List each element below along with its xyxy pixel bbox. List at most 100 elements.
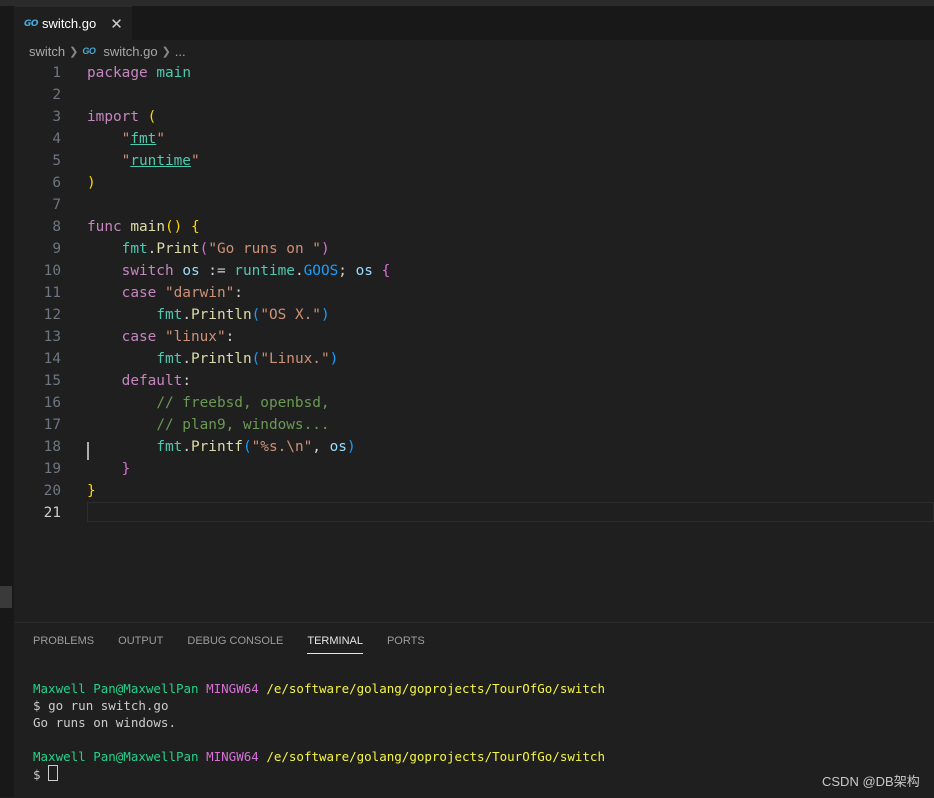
- line-number: 4: [52, 131, 61, 147]
- code-line[interactable]: 2: [14, 84, 934, 106]
- code-token: default: [121, 373, 183, 389]
- tab-output[interactable]: OUTPUT: [118, 635, 163, 654]
- code-line[interactable]: 9 fmt.Print("Go runs on "): [14, 238, 934, 260]
- go-file-icon: GO: [82, 46, 96, 56]
- code-token: ": [190, 153, 200, 169]
- code-token: (): [164, 219, 183, 235]
- code-token: {: [381, 263, 391, 279]
- code-token: runtime: [130, 153, 191, 169]
- code-line[interactable]: 15 default:: [14, 370, 934, 392]
- code-line[interactable]: 1 package main: [14, 62, 934, 84]
- code-token: }: [87, 483, 96, 499]
- code-line[interactable]: 4 "fmt": [14, 128, 934, 150]
- code-token: (: [251, 351, 261, 367]
- code-token: :: [225, 329, 235, 345]
- tab-ports[interactable]: PORTS: [387, 635, 425, 654]
- code-token: fmt: [156, 307, 183, 323]
- code-line[interactable]: 20}: [14, 480, 934, 502]
- code-token: case: [121, 285, 157, 301]
- terminal-shell: MINGW64: [206, 749, 259, 764]
- code-token: func: [87, 219, 122, 235]
- code-text: import (: [87, 106, 156, 128]
- code-text: func main() {: [87, 216, 200, 238]
- code-text: }: [87, 480, 96, 502]
- line-number: 13: [43, 329, 61, 345]
- code-token: (: [251, 307, 261, 323]
- code-token: main: [130, 219, 165, 235]
- line-number: 1: [52, 65, 61, 81]
- line-number: 21: [43, 505, 61, 521]
- code-line[interactable]: 13 case "linux":: [14, 326, 934, 348]
- line-number: 11: [43, 285, 61, 301]
- code-token: fmt: [121, 241, 148, 257]
- tab-problems[interactable]: PROBLEMS: [33, 635, 94, 654]
- code-token: :: [234, 285, 243, 301]
- code-line[interactable]: 12 fmt.Println("OS X."): [14, 304, 934, 326]
- watermark: CSDN @DB架构: [822, 774, 920, 789]
- code-token: :: [182, 373, 191, 389]
- terminal-prompt: $: [33, 767, 41, 782]
- tab-terminal[interactable]: TERMINAL: [307, 635, 363, 654]
- code-token: {: [190, 219, 200, 235]
- code-line[interactable]: 18 fmt.Printf("%s.\n", os): [14, 436, 934, 458]
- code-line[interactable]: 11 case "darwin":: [14, 282, 934, 304]
- code-token: .: [294, 263, 304, 279]
- code-token: case: [121, 329, 157, 345]
- code-token: .: [182, 351, 191, 367]
- code-line[interactable]: 6): [14, 172, 934, 194]
- terminal-path: /e/software/golang/goprojects/TourOfGo/s…: [266, 749, 605, 764]
- code-line[interactable]: 10 switch os := runtime.GOOS; os {: [14, 260, 934, 282]
- code-line[interactable]: 7: [14, 194, 934, 216]
- chevron-right-icon: ❯: [69, 45, 79, 58]
- terminal-output[interactable]: Maxwell Pan@MaxwellPan MINGW64 /e/softwa…: [33, 680, 605, 783]
- editor-tab-bar: GO switch.go ✕: [0, 6, 934, 40]
- code-token: os: [182, 263, 200, 279]
- code-line[interactable]: 17 // plan9, windows...: [14, 414, 934, 436]
- code-text: // plan9, windows...: [87, 414, 329, 436]
- breadcrumb-folder[interactable]: switch: [29, 44, 65, 59]
- code-text: ): [87, 172, 96, 194]
- breadcrumb-file[interactable]: switch.go: [103, 44, 157, 59]
- code-text: }: [87, 458, 131, 480]
- line-number: 3: [52, 109, 61, 125]
- line-number: 5: [52, 153, 61, 169]
- code-line[interactable]: 16 // freebsd, openbsd,: [14, 392, 934, 414]
- code-token: }: [121, 461, 131, 477]
- terminal-prompt: $: [33, 698, 41, 713]
- tab-switch-go[interactable]: GO switch.go ✕: [14, 6, 132, 40]
- code-line[interactable]: 3 import (: [14, 106, 934, 128]
- code-token: .: [182, 439, 191, 455]
- tab-debug-console[interactable]: DEBUG CONSOLE: [187, 635, 283, 654]
- code-token: GOOS: [303, 263, 339, 279]
- code-token: Printf: [190, 439, 243, 455]
- line-number: 19: [43, 461, 61, 477]
- code-line[interactable]: 5 "runtime": [14, 150, 934, 172]
- code-line[interactable]: 14 fmt.Println("Linux."): [14, 348, 934, 370]
- code-token: "linux": [164, 329, 226, 345]
- code-text: "runtime": [87, 150, 200, 172]
- code-token: fmt: [130, 131, 157, 147]
- text-cursor: [87, 442, 89, 460]
- breadcrumb-more[interactable]: ...: [175, 44, 186, 59]
- code-line[interactable]: 8 func main() {: [14, 216, 934, 238]
- code-line[interactable]: 19 }: [14, 458, 934, 480]
- line-number: 8: [52, 219, 61, 235]
- code-token: ): [87, 175, 96, 191]
- code-editor[interactable]: 1 package main 2 3 import (4 "fmt" 5 "runtime…: [14, 62, 934, 622]
- line-number: 17: [43, 417, 61, 433]
- close-icon[interactable]: ✕: [110, 15, 123, 33]
- code-line[interactable]: 21: [14, 502, 934, 524]
- code-token: Println: [190, 307, 252, 323]
